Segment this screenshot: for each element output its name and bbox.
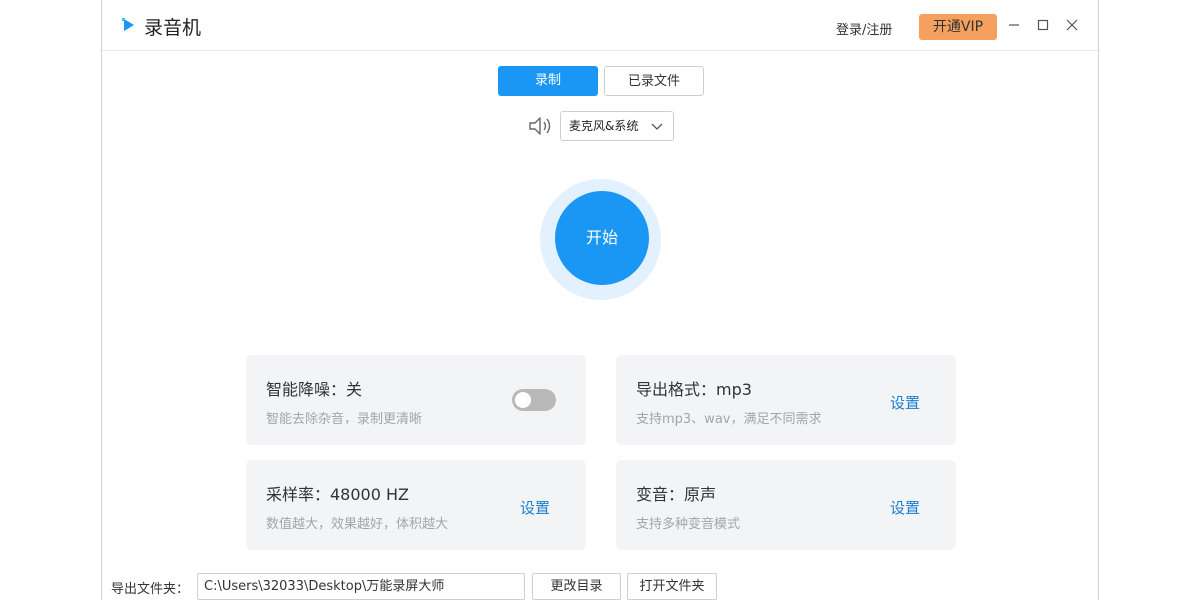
tab-recorded-files[interactable]: 已录文件: [604, 66, 704, 96]
change-directory-button[interactable]: 更改目录: [532, 573, 621, 600]
speaker-icon: [529, 117, 551, 135]
toggle-knob: [515, 392, 531, 408]
audio-source-value: 麦克风&系统: [569, 119, 639, 133]
audio-source-select[interactable]: 麦克风&系统: [560, 111, 674, 141]
voice-change-settings-link[interactable]: 设置: [890, 497, 920, 518]
sample-rate-card: 采样率：48000 HZ 数值越大，效果越好，体积越大 设置: [246, 460, 586, 550]
sample-rate-title: 采样率：48000 HZ: [266, 485, 409, 504]
export-format-card: 导出格式：mp3 支持mp3、wav，满足不同需求 设置: [616, 355, 956, 445]
noise-reduction-desc: 智能去除杂音，录制更清晰: [266, 412, 423, 427]
tab-record[interactable]: 录制: [498, 66, 598, 96]
open-folder-button[interactable]: 打开文件夹: [627, 573, 717, 600]
vip-button[interactable]: 开通VIP: [919, 14, 997, 40]
export-folder-path-field[interactable]: C:\Users\32033\Desktop\万能录屏大师: [197, 573, 525, 600]
sample-rate-desc: 数值越大，效果越好，体积越大: [266, 517, 449, 532]
close-icon[interactable]: [1064, 17, 1080, 33]
chevron-down-icon: [651, 123, 663, 130]
export-format-settings-link[interactable]: 设置: [890, 392, 920, 413]
noise-reduction-card: 智能降噪：关 智能去除杂音，录制更清晰: [246, 355, 586, 445]
maximize-icon[interactable]: [1035, 17, 1051, 33]
app-logo-icon: [122, 18, 134, 31]
voice-change-card: 变音：原声 支持多种变音模式 设置: [616, 460, 956, 550]
app-window: 录音机 登录/注册 开通VIP 录制 已录文件 麦克风&系统 开始 智能降噪：关…: [101, 0, 1099, 600]
export-format-title: 导出格式：mp3: [636, 380, 752, 399]
minimize-icon[interactable]: [1006, 17, 1022, 33]
app-title: 录音机: [144, 17, 202, 39]
login-register-link[interactable]: 登录/注册: [836, 19, 892, 38]
export-folder-label: 导出文件夹：: [111, 582, 190, 597]
noise-reduction-title: 智能降噪：关: [266, 380, 363, 399]
sample-rate-settings-link[interactable]: 设置: [520, 497, 550, 518]
voice-change-desc: 支持多种变音模式: [636, 517, 741, 532]
title-bar: 录音机 登录/注册 开通VIP: [102, 0, 1098, 51]
voice-change-title: 变音：原声: [636, 485, 717, 504]
noise-reduction-toggle[interactable]: [512, 389, 556, 411]
start-record-button[interactable]: 开始: [555, 191, 649, 285]
export-format-desc: 支持mp3、wav，满足不同需求: [636, 412, 822, 427]
